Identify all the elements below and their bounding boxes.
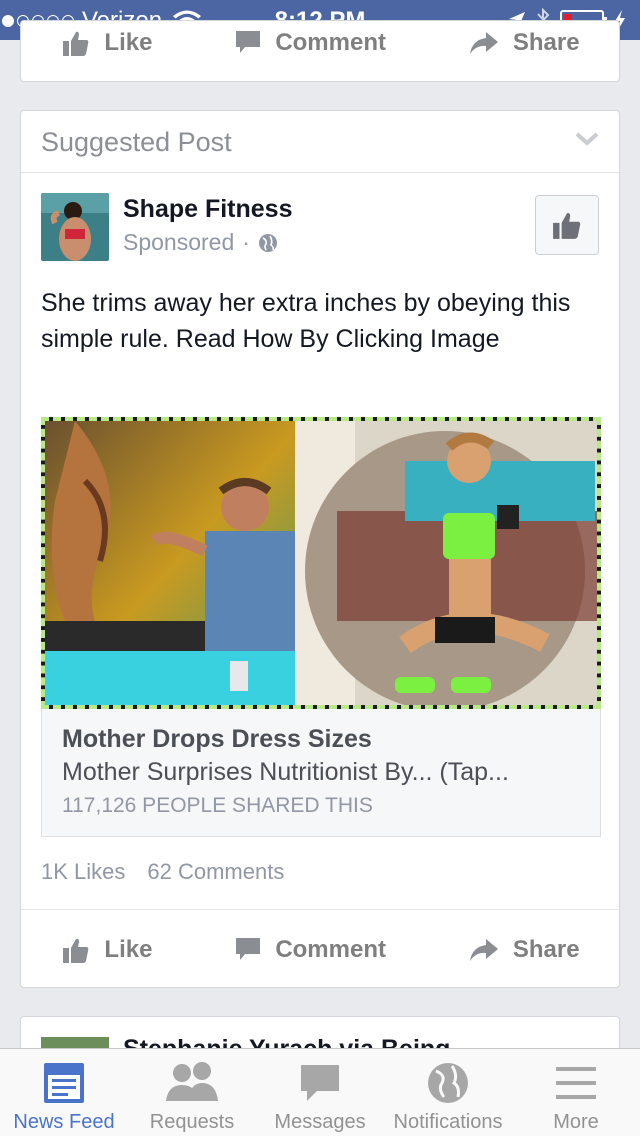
messages-icon bbox=[301, 1065, 339, 1101]
tab-messages[interactable]: Messages bbox=[256, 1049, 384, 1136]
news-feed-icon bbox=[44, 1063, 84, 1103]
like-button[interactable]: Like bbox=[62, 29, 152, 57]
post-text: She trims away her extra inches by obeyi… bbox=[41, 289, 571, 353]
share-button[interactable]: Share bbox=[469, 936, 580, 964]
comment-label: Comment bbox=[275, 935, 386, 963]
thumbs-up-icon bbox=[63, 938, 89, 963]
suggested-post-label: Suggested Post bbox=[41, 127, 232, 157]
post-actions: Like Comment Share bbox=[21, 909, 621, 989]
friend-requests-icon bbox=[166, 1062, 218, 1101]
page-name[interactable]: Shape Fitness bbox=[123, 195, 293, 224]
share-arrow-icon bbox=[469, 938, 498, 961]
comment-label: Comment bbox=[275, 29, 386, 56]
sponsored-label: Sponsored bbox=[123, 229, 235, 255]
like-button[interactable]: Like bbox=[62, 936, 152, 964]
share-label: Share bbox=[512, 29, 580, 56]
tab-news-feed-label: News Feed bbox=[13, 1111, 115, 1133]
likes-count[interactable]: 1K Likes bbox=[41, 859, 125, 885]
tab-messages-label: Messages bbox=[274, 1111, 366, 1133]
thumbs-up-icon bbox=[553, 213, 581, 239]
menu-icon bbox=[556, 1067, 596, 1099]
comments-count[interactable]: 62 Comments bbox=[147, 859, 284, 885]
page-avatar[interactable] bbox=[41, 193, 109, 261]
link-shared-count: 117,126 PEOPLE SHARED THIS bbox=[62, 794, 373, 817]
tab-notifications[interactable]: Notifications bbox=[384, 1049, 512, 1136]
tab-news-feed[interactable]: News Feed bbox=[0, 1049, 128, 1136]
globe-icon bbox=[428, 1063, 468, 1103]
link-description: Mother Surprises Nutritionist By... (Tap… bbox=[62, 758, 509, 786]
suggested-post-card: Suggested Post Shape Fitness Sponsored ·… bbox=[20, 110, 621, 989]
globe-icon bbox=[258, 233, 277, 252]
suggested-post-header: Suggested Post bbox=[21, 111, 619, 173]
tab-requests-label: Requests bbox=[149, 1111, 235, 1133]
tab-notifications-label: Notifications bbox=[393, 1111, 503, 1133]
tab-bar: News Feed Requests Messages Notification… bbox=[0, 1048, 640, 1136]
tab-requests[interactable]: Requests bbox=[128, 1049, 256, 1136]
tab-more-label: More bbox=[553, 1111, 599, 1133]
comment-button[interactable]: Comment bbox=[235, 29, 386, 57]
previous-post-actions: Like Comment Share bbox=[21, 21, 619, 81]
share-arrow-icon bbox=[469, 32, 498, 54]
share-label: Share bbox=[512, 935, 580, 963]
comment-icon bbox=[236, 937, 261, 960]
like-label: Like bbox=[104, 935, 153, 963]
tab-more[interactable]: More bbox=[512, 1049, 640, 1136]
comment-button[interactable]: Comment bbox=[235, 936, 386, 964]
share-button[interactable]: Share bbox=[469, 29, 580, 57]
sponsored-line: Sponsored · bbox=[123, 229, 278, 256]
link-preview[interactable]: Mother Drops Dress Sizes Mother Surprise… bbox=[41, 709, 601, 837]
thumbs-up-icon bbox=[63, 31, 89, 56]
like-label: Like bbox=[104, 29, 153, 56]
link-title: Mother Drops Dress Sizes bbox=[62, 725, 372, 753]
previous-post-card: Like Comment Share bbox=[20, 20, 620, 82]
engagement-counts: 1K Likes 62 Comments bbox=[41, 859, 284, 885]
ad-image[interactable] bbox=[41, 417, 601, 709]
chevron-down-icon[interactable] bbox=[575, 131, 599, 147]
like-page-button[interactable] bbox=[535, 195, 599, 255]
comment-icon bbox=[236, 31, 261, 53]
